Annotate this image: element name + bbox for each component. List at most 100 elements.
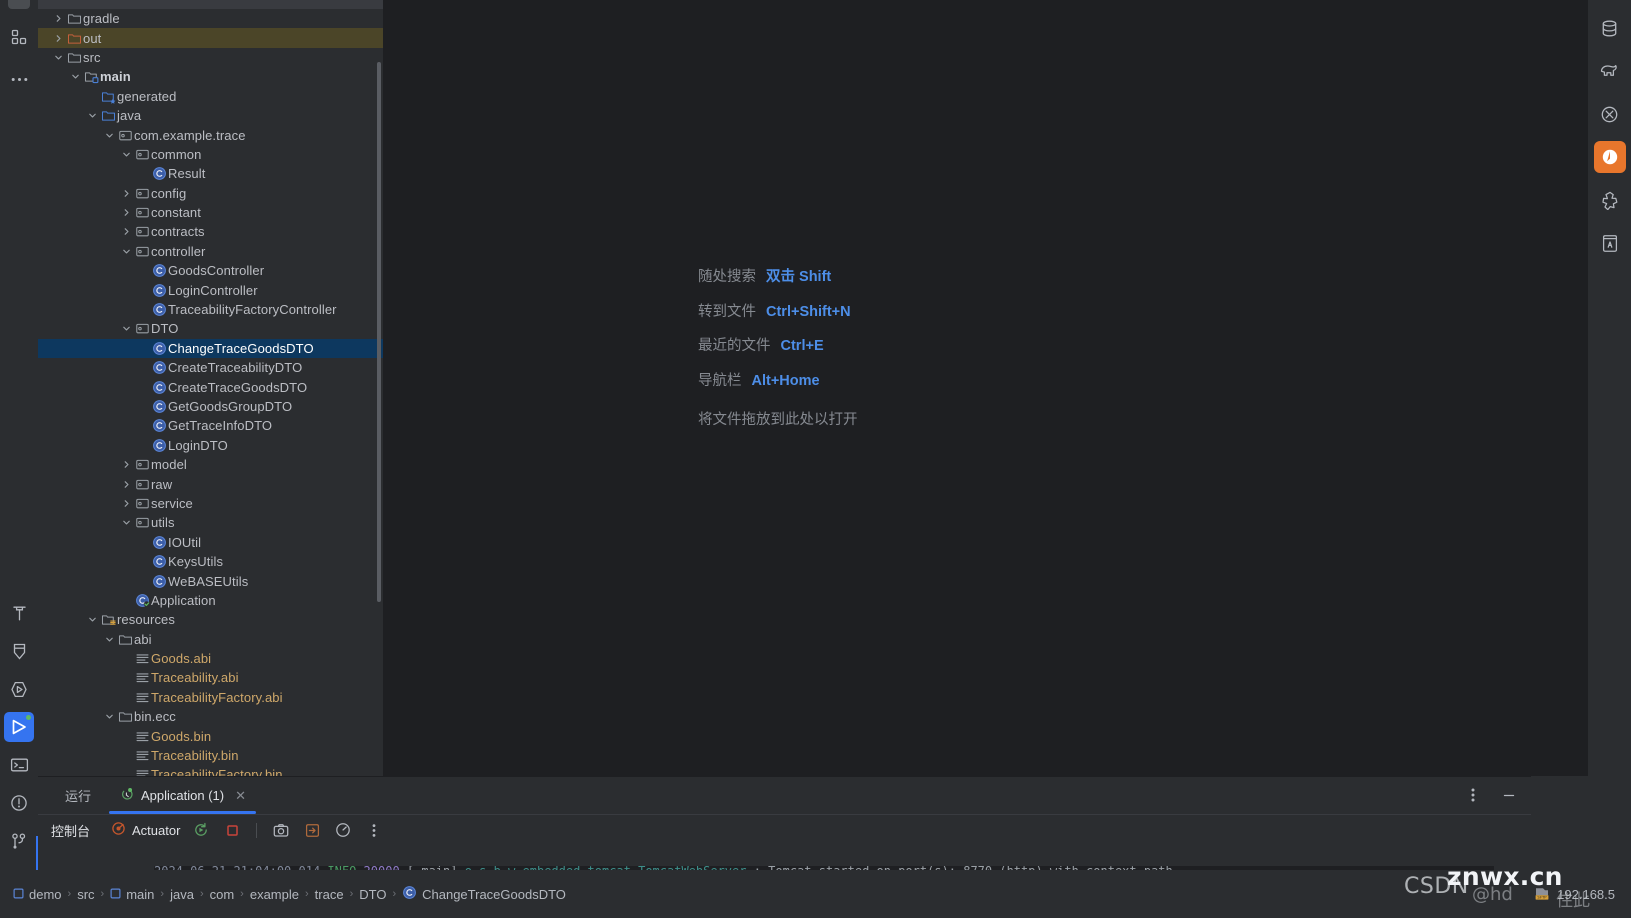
tree-row[interactable]: KeysUtils (38, 552, 383, 571)
tree-row[interactable]: TraceabilityFactory.bin (38, 765, 383, 776)
build-hammer-icon[interactable] (4, 598, 34, 628)
sftp-icon[interactable]: SFTP (1534, 885, 1550, 904)
chevron-down-icon[interactable] (86, 615, 99, 624)
more-options-icon[interactable] (4, 64, 34, 94)
tree-row[interactable]: com.example.trace (38, 125, 383, 144)
sftp-host-label[interactable]: 192.168.5 (1557, 887, 1615, 902)
run-tab-bar[interactable]: 运行 Application (1) ✕ (38, 777, 1531, 814)
tree-row[interactable]: main (38, 67, 383, 86)
breadcrumb[interactable]: demo › src › main › java › com › example › trace › DTO… (0, 870, 566, 918)
gradle-elephant-icon[interactable] (1594, 55, 1626, 87)
chevron-right-icon[interactable] (120, 460, 133, 469)
tree-row[interactable]: generated (38, 87, 383, 106)
maven-icon[interactable] (1594, 98, 1626, 130)
tree-row[interactable]: service (38, 494, 383, 513)
git-branch-icon[interactable] (4, 826, 34, 856)
tree-row[interactable]: LoginController (38, 280, 383, 299)
tree-row[interactable]: GoodsController (38, 261, 383, 280)
tree-row[interactable]: src (38, 48, 383, 67)
breadcrumb-item[interactable]: DTO (359, 887, 386, 902)
shortcut-hint-key[interactable]: Alt+Home (752, 373, 820, 389)
sidebar-item-run[interactable] (4, 712, 34, 742)
chevron-right-icon[interactable] (120, 480, 133, 489)
chevron-down-icon[interactable] (120, 247, 133, 256)
tree-row[interactable]: model (38, 455, 383, 474)
tree-row[interactable]: bin.ecc (38, 707, 383, 726)
tree-row[interactable]: out (38, 28, 383, 48)
tree-row[interactable]: ChangeTraceGoodsDTO (38, 338, 383, 359)
breadcrumb-item[interactable]: src (77, 887, 94, 902)
console-tab-label[interactable]: 控制台 (51, 821, 90, 840)
terminal-icon[interactable] (4, 750, 34, 780)
tree-row[interactable]: constant (38, 203, 383, 222)
tree-row[interactable]: Application (38, 591, 383, 610)
run-hexagon-icon[interactable] (4, 674, 34, 704)
tree-row[interactable]: TraceabilityFactory.abi (38, 688, 383, 707)
tree-row[interactable]: utils (38, 513, 383, 532)
tree-row[interactable]: Traceability.bin (38, 746, 383, 765)
database-pen-icon[interactable] (4, 636, 34, 666)
breadcrumb-item[interactable]: main (110, 887, 154, 902)
chevron-down-icon[interactable] (103, 712, 116, 721)
console-more-button[interactable] (364, 820, 384, 840)
chevron-right-icon[interactable] (52, 14, 65, 23)
tree-row[interactable]: raw (38, 474, 383, 493)
chevron-right-icon[interactable] (120, 227, 133, 236)
camera-icon[interactable] (271, 820, 291, 840)
project-structure-icon[interactable] (4, 22, 34, 52)
chevron-down-icon[interactable] (86, 111, 99, 120)
shortcut-hint-key[interactable]: Ctrl+Shift+N (766, 304, 851, 320)
breadcrumb-item[interactable]: java (170, 887, 194, 902)
chevron-right-icon[interactable] (120, 499, 133, 508)
actuator-tab[interactable]: Actuator (111, 821, 180, 839)
run-tab-run[interactable]: 运行 (51, 777, 105, 814)
tree-row[interactable]: WeBASEUtils (38, 571, 383, 590)
export-icon[interactable] (302, 820, 322, 840)
tree-row[interactable]: Goods.bin (38, 726, 383, 745)
shortcut-hint-key[interactable]: 双击 Shift (766, 270, 831, 285)
chevron-down-icon[interactable] (120, 150, 133, 159)
chevron-down-icon[interactable] (103, 635, 116, 644)
gauge-icon[interactable] (333, 820, 353, 840)
plugin-tool-icon[interactable] (1594, 184, 1626, 216)
breadcrumb-item[interactable]: demo (13, 887, 62, 902)
breadcrumb-item[interactable]: example (250, 887, 299, 902)
tree-row[interactable]: resources (38, 610, 383, 629)
tree-row[interactable]: common (38, 145, 383, 164)
tree-row[interactable]: CreateTraceabilityDTO (38, 358, 383, 377)
tree-row[interactable]: CreateTraceGoodsDTO (38, 377, 383, 396)
chevron-right-icon[interactable] (120, 208, 133, 217)
close-icon[interactable]: ✕ (235, 788, 246, 804)
breadcrumb-item[interactable]: ChangeTraceGoodsDTO (402, 885, 566, 903)
run-tab-application[interactable]: Application (1) ✕ (105, 777, 260, 814)
tree-row[interactable]: contracts (38, 222, 383, 241)
tree-row[interactable]: GetGoodsGroupDTO (38, 397, 383, 416)
breadcrumb-item[interactable]: trace (315, 887, 344, 902)
run-panel-minimize-button[interactable] (1499, 785, 1519, 805)
chevron-down-icon[interactable] (69, 72, 82, 81)
tree-row[interactable]: Goods.abi (38, 649, 383, 668)
run-panel-options-button[interactable] (1463, 785, 1483, 805)
tree-row[interactable]: LoginDTO (38, 436, 383, 455)
tree-row[interactable]: abi (38, 630, 383, 649)
dictionary-icon[interactable] (1594, 227, 1626, 259)
tree-row[interactable]: gradle (38, 9, 383, 28)
tree-row[interactable]: IOUtil (38, 533, 383, 552)
chevron-down-icon[interactable] (120, 324, 133, 333)
chevron-down-icon[interactable] (120, 518, 133, 527)
problems-warning-icon[interactable] (4, 788, 34, 818)
tree-row[interactable]: Result (38, 164, 383, 183)
tree-row[interactable]: config (38, 184, 383, 203)
database-icon[interactable] (1594, 12, 1626, 44)
tree-row[interactable]: GetTraceInfoDTO (38, 416, 383, 435)
chevron-right-icon[interactable] (52, 34, 65, 43)
ai-assistant-icon[interactable] (1593, 141, 1626, 173)
rerun-button[interactable] (191, 820, 211, 840)
chevron-down-icon[interactable] (103, 131, 116, 140)
stop-button[interactable] (222, 820, 242, 840)
tree-row[interactable]: DTO (38, 319, 383, 338)
project-tree[interactable]: gradle out src main generated java com.example… (38, 9, 383, 776)
chevron-right-icon[interactable] (120, 189, 133, 198)
tree-row[interactable]: Traceability.abi (38, 668, 383, 687)
shortcut-hint-key[interactable]: Ctrl+E (781, 339, 824, 354)
